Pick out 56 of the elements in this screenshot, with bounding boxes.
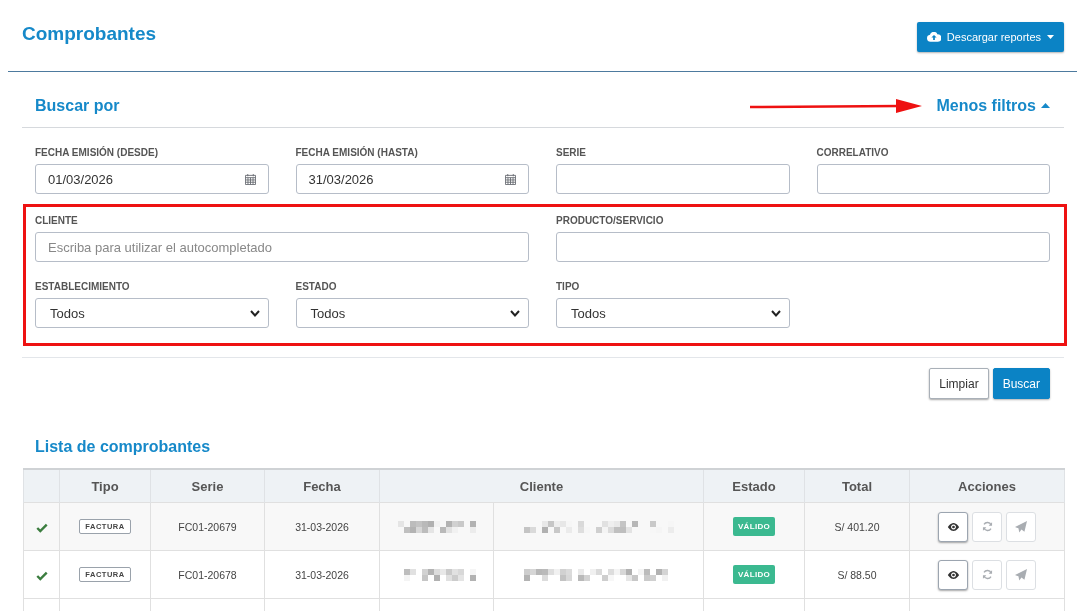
eye-icon [946, 570, 960, 579]
column-header: Total [804, 469, 910, 503]
column-header: Tipo [59, 469, 151, 503]
column-header: Acciones [909, 469, 1065, 503]
page-title: Comprobantes [22, 22, 157, 46]
table-cell: S/ 88.50 [804, 550, 910, 599]
select-field[interactable]: Todos [35, 298, 269, 328]
text-field[interactable] [556, 232, 1050, 262]
download-reports-button[interactable]: Descargar reportes [916, 22, 1064, 52]
caret-icon [1041, 103, 1050, 108]
table-cell: S/ 401.20 [804, 502, 910, 551]
cloud-arrow-icon [926, 32, 941, 42]
table-cell: FC01-20678 [150, 550, 265, 599]
status-badge: VÁLIDO [733, 565, 775, 584]
refresh-icon [981, 521, 993, 532]
search-button[interactable]: Buscar [992, 368, 1050, 399]
date-field[interactable]: 01/03/2026 [35, 164, 269, 194]
field-label: FECHA EMISIÓN (DESDE) [35, 146, 159, 160]
eye-icon [946, 522, 960, 531]
field-label: TIPO [556, 280, 581, 294]
refresh-icon [981, 569, 993, 580]
field-label: CLIENTE [35, 214, 79, 228]
section-title: Buscar por [35, 96, 120, 115]
field-label: ESTABLECIMIENTO [35, 280, 131, 294]
chevron-icon [249, 309, 260, 317]
paper-plane-icon [1015, 520, 1027, 533]
field-label: CORRELATIVO [816, 146, 890, 160]
select-field[interactable]: Todos [295, 298, 529, 328]
calendar-icon [505, 173, 516, 185]
field-label: ESTADO [295, 280, 338, 294]
table-cell: 31-03-2026 [264, 550, 380, 599]
paper-plane-icon [1015, 568, 1027, 581]
table-cell: 31-03-2026 [264, 502, 380, 551]
column-header: Cliente [379, 469, 704, 503]
clear-button[interactable]: Limpiar [929, 368, 989, 399]
column-header: Estado [703, 469, 805, 503]
filter-toggle-link[interactable]: Menos filtros [936, 96, 1050, 115]
chevron-icon [510, 309, 520, 317]
text-field[interactable] [556, 164, 790, 194]
text-field[interactable] [816, 164, 1050, 194]
table-cell: FC01-20679 [150, 502, 265, 551]
column-header: Fecha [264, 469, 380, 503]
view-button[interactable] [938, 559, 968, 590]
status-badge: VÁLIDO [733, 517, 775, 536]
calendar-icon [244, 173, 256, 185]
date-field[interactable]: 31/03/2026 [295, 164, 529, 194]
view-button[interactable] [938, 511, 968, 542]
caret-icon [1047, 35, 1054, 39]
field-label: FECHA EMISIÓN (HASTA) [295, 146, 419, 160]
select-field[interactable]: Todos [556, 298, 790, 328]
chevron-icon [770, 309, 781, 317]
field-label: PRODUCTO/SERVICIO [556, 214, 665, 228]
column-header: Serie [150, 469, 265, 503]
text-field[interactable]: Escriba para utilizar el autocompletado [35, 232, 529, 262]
field-label: SERIE [556, 146, 587, 160]
section-title: Lista de comprobantes [35, 437, 212, 457]
